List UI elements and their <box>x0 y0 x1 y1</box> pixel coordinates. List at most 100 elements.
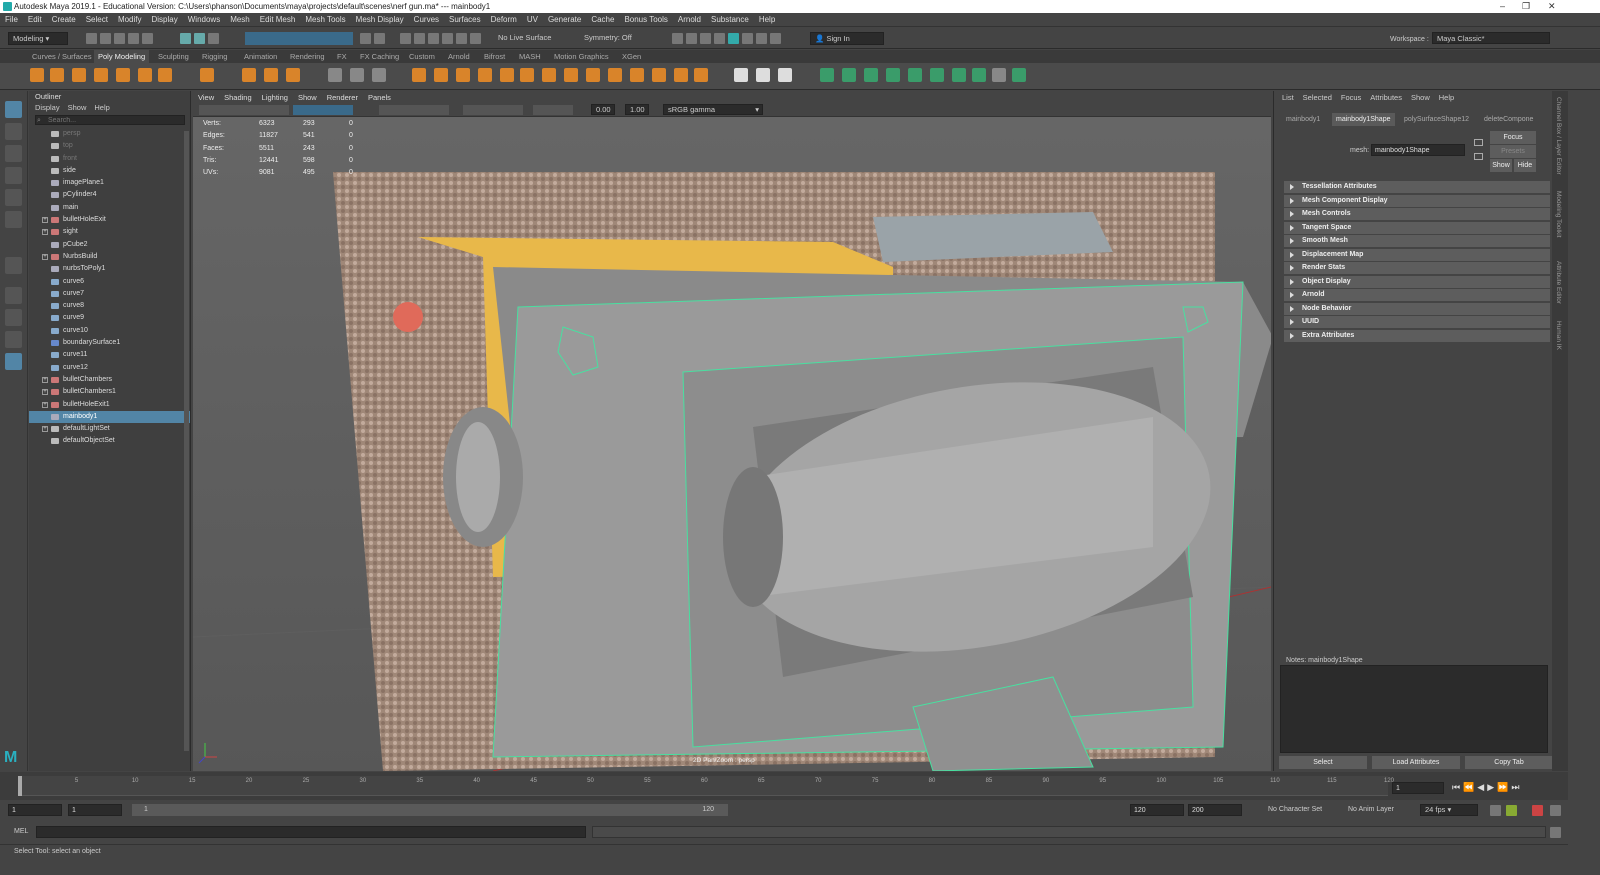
section-tangent-space[interactable]: Tangent Space <box>1284 221 1550 234</box>
camera-tools-icons[interactable] <box>199 105 289 115</box>
shelf-tab-custom[interactable]: Custom <box>405 50 439 63</box>
outliner-item[interactable]: + NurbsBuild <box>29 251 190 263</box>
go-to-output-icon[interactable] <box>1474 153 1483 160</box>
menu-help[interactable]: Help <box>759 15 775 24</box>
outliner-item[interactable]: + bulletChambers <box>29 374 190 386</box>
viewport-menu-lighting[interactable]: Lighting <box>262 93 288 102</box>
outliner-item[interactable]: curve8 <box>29 300 190 312</box>
append-icon[interactable] <box>520 68 534 82</box>
menu-deform[interactable]: Deform <box>491 15 517 24</box>
lasso-tool-icon[interactable] <box>5 123 22 140</box>
pause-ipr-icon[interactable] <box>770 33 781 44</box>
outliner-item[interactable]: imagePlane1 <box>29 177 190 189</box>
triangulate-icon[interactable] <box>608 68 622 82</box>
attribute-menu-focus[interactable]: Focus <box>1341 93 1361 102</box>
shelf-tab-arnold[interactable]: Arnold <box>444 50 474 63</box>
section-object-display[interactable]: Object Display <box>1284 275 1550 288</box>
sign-in-dropdown[interactable]: 👤 Sign In <box>810 32 884 45</box>
render-settings-icon[interactable] <box>714 33 725 44</box>
menu-bonus-tools[interactable]: Bonus Tools <box>624 15 667 24</box>
anim-layer-dropdown[interactable]: No Anim Layer <box>1348 806 1394 813</box>
snap-surface-icon[interactable] <box>456 33 467 44</box>
anim-prefs-icon[interactable] <box>1550 805 1561 816</box>
paint-select-icon[interactable] <box>5 145 22 162</box>
open-scene-icon[interactable] <box>100 33 111 44</box>
poly-disc-icon[interactable] <box>158 68 172 82</box>
menu-windows[interactable]: Windows <box>188 15 220 24</box>
section-uuid[interactable]: UUID <box>1284 316 1550 328</box>
planar-uv-icon[interactable] <box>820 68 834 82</box>
expand-icon[interactable]: + <box>42 401 48 408</box>
outliner-item[interactable]: + sight <box>29 226 190 238</box>
hypershade-icon[interactable] <box>728 33 739 44</box>
attribute-menu-show[interactable]: Show <box>1411 93 1430 102</box>
select-hierarchy-icon[interactable] <box>180 33 191 44</box>
outliner-layout-icon[interactable] <box>5 353 22 370</box>
auto-key-icon[interactable] <box>1506 805 1517 816</box>
cylindrical-uv-icon[interactable] <box>842 68 856 82</box>
select-button[interactable]: Select <box>1279 756 1367 769</box>
cleanup-icon[interactable] <box>674 68 688 82</box>
undo-icon[interactable] <box>128 33 139 44</box>
range-bar[interactable]: 1 120 <box>132 804 728 816</box>
boolean-icon[interactable] <box>478 68 492 82</box>
expand-icon[interactable]: + <box>42 217 48 224</box>
snap-point-icon[interactable] <box>428 33 439 44</box>
menu-select[interactable]: Select <box>86 15 108 24</box>
outliner-item[interactable]: mainbody1 <box>29 410 190 424</box>
menu-surfaces[interactable]: Surfaces <box>449 15 481 24</box>
character-set-dropdown[interactable]: No Character Set <box>1268 806 1322 813</box>
smooth-icon[interactable] <box>500 68 514 82</box>
mel-command-input[interactable] <box>36 826 586 838</box>
viewport-menu-view[interactable]: View <box>198 93 214 102</box>
shading-mode-icons[interactable] <box>379 105 449 115</box>
snap-vertex-icon[interactable] <box>470 33 481 44</box>
section-render-stats[interactable]: Render Stats <box>1284 262 1550 274</box>
current-frame-field[interactable] <box>1392 782 1444 794</box>
menu-curves[interactable]: Curves <box>414 15 439 24</box>
reduce-icon[interactable] <box>652 68 666 82</box>
hide-button[interactable]: Hide <box>1514 159 1536 172</box>
section-smooth-mesh[interactable]: Smooth Mesh <box>1284 235 1550 247</box>
menu-mesh-tools[interactable]: Mesh Tools <box>305 15 345 24</box>
menu-modify[interactable]: Modify <box>118 15 142 24</box>
show-button[interactable]: Show <box>1490 159 1512 172</box>
outliner-item[interactable]: side <box>29 165 190 177</box>
section-node-behavior[interactable]: Node Behavior <box>1284 302 1550 315</box>
menu-mesh-display[interactable]: Mesh Display <box>356 15 404 24</box>
arnold-render-icon[interactable] <box>742 33 753 44</box>
poly-sphere-icon[interactable] <box>30 68 44 82</box>
attribute-menu-help[interactable]: Help <box>1439 93 1454 102</box>
minimize-icon[interactable]: – <box>1500 0 1505 13</box>
outliner-menu-help[interactable]: Help <box>94 103 109 112</box>
playback-start-field[interactable] <box>68 804 122 816</box>
section-arnold[interactable]: Arnold <box>1284 289 1550 301</box>
section-tessellation-attributes[interactable]: Tessellation Attributes <box>1284 181 1550 193</box>
exposure-field[interactable]: 0.00 <box>591 104 615 115</box>
menu-generate[interactable]: Generate <box>548 15 581 24</box>
animation-start-field[interactable] <box>8 804 62 816</box>
outliner-item[interactable]: + defaultLightSet <box>29 423 190 435</box>
outliner-item[interactable]: curve9 <box>29 312 190 324</box>
attribute-tab-mainbody1[interactable]: mainbody1 <box>1282 113 1324 126</box>
outliner-item[interactable]: + bulletHoleExit1 <box>29 399 190 411</box>
go-to-input-icon[interactable] <box>1474 139 1483 146</box>
cut-uv-icon[interactable] <box>952 68 966 82</box>
svg-icon[interactable] <box>286 68 300 82</box>
outliner-menu-show[interactable]: Show <box>68 103 87 112</box>
outliner-item[interactable]: curve6 <box>29 276 190 288</box>
arnold-ipr-icon[interactable] <box>756 33 767 44</box>
outliner-item[interactable]: curve7 <box>29 288 190 300</box>
poly-cube-icon[interactable] <box>50 68 64 82</box>
shelf-tab-rendering[interactable]: Rendering <box>286 50 329 63</box>
shelf-tab-fx[interactable]: FX <box>333 50 351 63</box>
combine-icon[interactable] <box>350 68 364 82</box>
outliner-item[interactable]: nurbsToPoly1 <box>29 263 190 275</box>
outliner-item[interactable]: front <box>29 153 190 165</box>
lock-selection-icon[interactable] <box>360 33 371 44</box>
outliner-item[interactable]: defaultObjectSet <box>29 435 190 447</box>
live-surface-field[interactable]: No Live Surface <box>494 32 556 45</box>
menu-uv[interactable]: UV <box>527 15 538 24</box>
outliner-item[interactable]: main <box>29 202 190 214</box>
expand-icon[interactable]: + <box>42 253 48 260</box>
